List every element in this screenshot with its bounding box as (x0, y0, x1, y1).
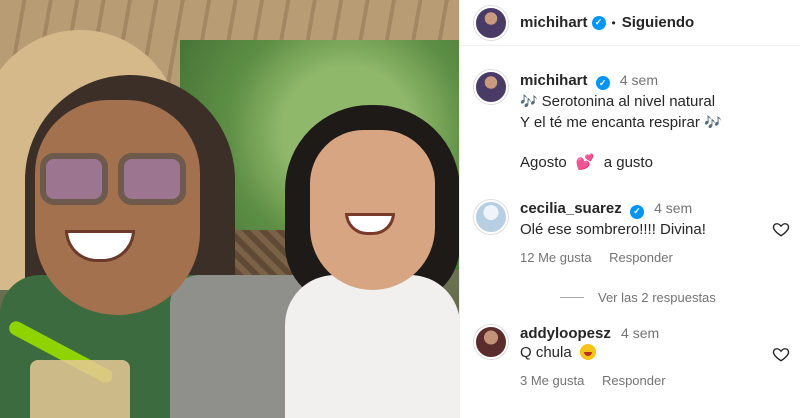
post-header: michihart ✓ • Siguiendo (460, 0, 800, 46)
reply-button[interactable]: Responder (609, 250, 673, 265)
music-notes-icon: 🎶 (520, 93, 538, 109)
caption-line-2: Y el té me encanta respirar (520, 114, 700, 131)
commenter-username[interactable]: cecilia_suarez (520, 200, 622, 217)
reply-button[interactable]: Responder (602, 373, 666, 388)
comment-text: Q chula (520, 344, 572, 361)
separator-dot: • (611, 15, 616, 30)
verified-icon: ✓ (591, 15, 606, 30)
grinning-face-icon (579, 344, 596, 360)
caption-line-3b: a gusto (603, 154, 653, 171)
comment-text: Olé ese sombrero!!!! Divina! (520, 220, 706, 238)
comments-panel: michihart ✓ • Siguiendo michihart ✓ 4 se… (459, 0, 800, 418)
commenter-username[interactable]: addyloopesz (520, 325, 611, 342)
commenter-avatar[interactable] (474, 200, 508, 234)
verified-icon: ✓ (629, 204, 644, 219)
photo-cup (30, 360, 130, 418)
replies-divider (560, 297, 584, 298)
view-replies-label: Ver las 2 respuestas (598, 290, 716, 305)
caption-line-3a: Agosto (520, 154, 567, 171)
comment-time[interactable]: 4 sem (621, 325, 659, 341)
author-avatar[interactable] (474, 5, 508, 40)
comment-time[interactable]: 4 sem (654, 200, 692, 216)
two-hearts-icon: 💕 (575, 154, 595, 171)
comment-likes[interactable]: 12 Me gusta (520, 250, 592, 265)
caption-time[interactable]: 4 sem (620, 72, 658, 88)
caption-avatar[interactable] (474, 70, 508, 104)
comment-item: addyloopesz 4 sem Q chula 3 Me gusta Res… (474, 325, 794, 388)
heart-icon[interactable] (772, 220, 790, 238)
verified-icon: ✓ (595, 76, 610, 90)
heart-icon[interactable] (772, 345, 790, 363)
view-replies-button[interactable]: Ver las 2 respuestas (560, 290, 716, 305)
post-photo[interactable] (0, 0, 459, 418)
photo-person-right (285, 95, 459, 418)
music-notes-icon: 🎶 (704, 114, 722, 130)
following-button[interactable]: Siguiendo (622, 14, 695, 31)
comment-likes[interactable]: 3 Me gusta (520, 373, 584, 388)
post-caption: michihart ✓ 4 sem 🎶 Serotonina al nivel … (474, 70, 794, 173)
caption-line-1: Serotonina al nivel natural (541, 93, 716, 110)
comment-item: cecilia_suarez ✓ 4 sem Olé ese sombrero!… (474, 200, 794, 265)
caption-username[interactable]: michihart (520, 72, 588, 89)
author-username[interactable]: michihart (520, 14, 588, 31)
commenter-avatar[interactable] (474, 325, 508, 359)
